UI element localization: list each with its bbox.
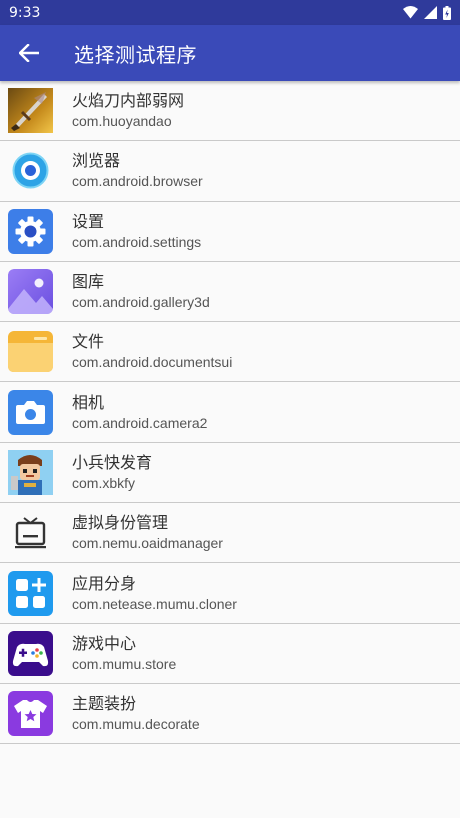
- game-soldier-icon: [8, 449, 53, 495]
- app-package: com.mumu.store: [72, 655, 177, 672]
- folder-icon: [8, 329, 53, 374]
- wifi-icon: [403, 6, 418, 19]
- list-item[interactable]: 浏览器 com.android.browser: [0, 141, 460, 202]
- app-name: 图库: [72, 272, 105, 292]
- app-package: com.netease.mumu.cloner: [72, 595, 237, 612]
- list-item[interactable]: 相机 com.android.camera2: [0, 382, 460, 443]
- app-package: com.android.gallery3d: [72, 294, 210, 311]
- list-item[interactable]: 图库 com.android.gallery3d: [0, 262, 460, 323]
- tv-icon: [8, 510, 53, 555]
- camera-icon: [8, 389, 53, 435]
- app-package: com.xbkfy: [72, 474, 136, 491]
- gamepad-icon: [8, 630, 53, 676]
- list-item[interactable]: 应用分身 com.netease.mumu.cloner: [0, 563, 460, 624]
- browser-icon: [8, 148, 53, 193]
- status-time: 9:33: [9, 4, 41, 21]
- status-icons: [403, 5, 451, 20]
- app-name: 小兵快发育: [72, 452, 153, 472]
- back-button[interactable]: [0, 25, 58, 81]
- page-title: 选择测试程序: [74, 42, 197, 67]
- status-bar: 9:33: [0, 0, 460, 25]
- app-grid-plus-icon: [8, 570, 53, 616]
- tshirt-star-icon: [8, 691, 53, 737]
- list-item[interactable]: 火焰刀内部弱网 com.huoyandao: [0, 81, 460, 142]
- gallery-icon: [8, 269, 53, 315]
- app-name: 虚拟身份管理: [72, 513, 169, 533]
- game-sword-icon: [8, 88, 53, 134]
- app-name: 相机: [72, 392, 105, 412]
- app-list: 火焰刀内部弱网 com.huoyandao 浏览器 com.android.br…: [0, 81, 460, 745]
- list-item[interactable]: 虚拟身份管理 com.nemu.oaidmanager: [0, 503, 460, 564]
- app-package: com.nemu.oaidmanager: [72, 535, 223, 552]
- battery-icon: [443, 5, 451, 20]
- app-bar: 选择测试程序: [0, 25, 460, 81]
- list-item[interactable]: 设置 com.android.settings: [0, 202, 460, 262]
- app-name: 应用分身: [72, 573, 137, 593]
- app-package: com.android.settings: [72, 233, 202, 250]
- gear-icon: [8, 208, 53, 254]
- signal-icon: [424, 6, 437, 19]
- list-item[interactable]: 小兵快发育 com.xbkfy: [0, 443, 460, 504]
- list-item[interactable]: 文件 com.android.documentsui: [0, 322, 460, 383]
- app-name: 设置: [72, 211, 105, 231]
- app-package: com.android.documentsui: [72, 354, 233, 371]
- app-name: 火焰刀内部弱网: [72, 91, 185, 111]
- app-name: 文件: [72, 332, 105, 352]
- arrow-left-icon: [19, 44, 39, 62]
- list-item[interactable]: 主题装扮 com.mumu.decorate: [0, 684, 460, 745]
- app-package: com.android.camera2: [72, 414, 208, 431]
- app-package: com.mumu.decorate: [72, 716, 200, 733]
- list-item[interactable]: 游戏中心 com.mumu.store: [0, 624, 460, 684]
- app-name: 主题装扮: [72, 694, 137, 714]
- app-name: 浏览器: [72, 151, 121, 171]
- app-package: com.huoyandao: [72, 113, 172, 130]
- app-package: com.android.browser: [72, 173, 203, 190]
- app-name: 游戏中心: [72, 633, 137, 653]
